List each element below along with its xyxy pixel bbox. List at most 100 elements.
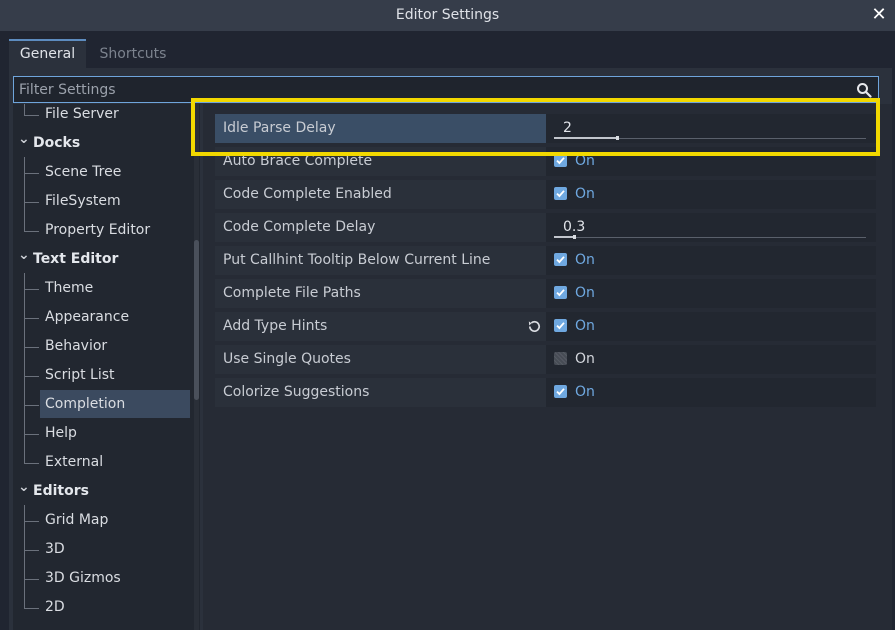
tree-item-script-list[interactable]: Script List (13, 362, 188, 388)
checkbox-checked[interactable] (554, 154, 567, 167)
property-checkbox-editor[interactable]: On (546, 345, 876, 374)
property-checkbox-editor[interactable]: On (546, 279, 876, 308)
property-label: Code Complete Delay (223, 219, 376, 235)
checkbox-unchecked[interactable] (554, 352, 567, 365)
property-checkbox-editor[interactable]: On (546, 312, 876, 341)
range-slider-track[interactable] (554, 237, 866, 238)
tree-item-label: Grid Map (45, 512, 109, 528)
search-icon[interactable] (856, 82, 872, 98)
filter-settings-field[interactable] (13, 76, 879, 103)
tree-item-label: Behavior (45, 338, 108, 354)
property-row-code-complete-delay[interactable]: Code Complete Delay 0.3 (215, 213, 876, 242)
tree-connector (24, 463, 39, 464)
property-row-use-single-quotes[interactable]: Use Single Quotes On (215, 345, 876, 374)
property-checkbox-editor[interactable]: On (546, 147, 876, 176)
property-label: Use Single Quotes (223, 351, 351, 367)
tree-connector (24, 157, 25, 232)
tree-category-label: Docks (33, 135, 81, 151)
revert-icon[interactable] (527, 319, 542, 334)
tree-connector (24, 405, 39, 406)
checkbox-label: On (575, 318, 595, 334)
tree-item-3d-gizmos[interactable]: 3D Gizmos (13, 565, 188, 591)
tree-item-label: 2D (45, 599, 65, 615)
tree-connector (24, 115, 39, 116)
property-checkbox-editor[interactable]: On (546, 378, 876, 407)
range-slider-handle[interactable] (573, 235, 576, 239)
checkbox-label: On (575, 252, 595, 268)
tree-item-label: FileSystem (45, 193, 121, 209)
tree-category-editors[interactable]: ⌄ Editors (13, 478, 193, 504)
property-row-add-type-hints[interactable]: Add Type Hints On (215, 312, 876, 341)
chevron-down-icon[interactable]: ⌄ (18, 474, 30, 500)
checkbox-label: On (575, 285, 595, 301)
property-inspector: Idle Parse Delay 2 Auto Brace Complete On Co… (203, 104, 892, 630)
tree-scrollbar-handle[interactable] (194, 240, 199, 400)
property-label: Add Type Hints (223, 318, 328, 334)
property-row-idle-parse-delay[interactable]: Idle Parse Delay 2 (215, 114, 876, 143)
checkbox-checked[interactable] (554, 286, 567, 299)
property-label: Code Complete Enabled (223, 186, 392, 202)
filter-settings-input[interactable] (19, 77, 849, 102)
tree-item-file-server[interactable]: File Server (13, 104, 188, 127)
property-range-editor[interactable]: 2 (546, 114, 876, 143)
settings-category-tree: File Server ⌄ Docks Scene Tree FileSystem Pro… (13, 104, 200, 630)
chevron-down-icon[interactable]: ⌄ (18, 126, 30, 152)
tree-connector (24, 202, 39, 203)
checkbox-checked[interactable] (554, 187, 567, 200)
tree-category-label: Editors (33, 483, 89, 499)
tab-shortcuts[interactable]: Shortcuts (97, 39, 169, 68)
tab-general[interactable]: General (9, 39, 86, 68)
tree-item-property-editor[interactable]: Property Editor (13, 217, 188, 243)
checkbox-checked[interactable] (554, 385, 567, 398)
checkbox-label: On (575, 384, 595, 400)
tree-item-label: 3D (45, 541, 65, 557)
tree-category-text-editor[interactable]: ⌄ Text Editor (13, 246, 193, 272)
checkbox-label: On (575, 153, 595, 169)
property-row-auto-brace-complete[interactable]: Auto Brace Complete On (215, 147, 876, 176)
tree-connector (24, 434, 39, 435)
range-slider-fill (554, 137, 616, 139)
tree-item-grid-map[interactable]: Grid Map (13, 507, 188, 533)
tree-item-filesystem[interactable]: FileSystem (13, 188, 188, 214)
tree-item-label: 3D Gizmos (45, 570, 121, 586)
property-row-complete-file-paths[interactable]: Complete File Paths On (215, 279, 876, 308)
tree-item-label: External (45, 454, 104, 470)
property-label: Colorize Suggestions (223, 384, 370, 400)
tree-item-label: Theme (45, 280, 94, 296)
range-slider-handle[interactable] (616, 136, 619, 140)
tree-connector (24, 273, 25, 464)
property-range-editor[interactable]: 0.3 (546, 213, 876, 242)
checkbox-checked[interactable] (554, 253, 567, 266)
tree-item-appearance[interactable]: Appearance (13, 304, 188, 330)
tree-item-help[interactable]: Help (13, 420, 188, 446)
property-row-put-callhint-tooltip-below-current-line[interactable]: Put Callhint Tooltip Below Current Line O… (215, 246, 876, 275)
tree-item-completion[interactable]: Completion (13, 391, 188, 417)
tree-connector (24, 318, 39, 319)
property-label: Complete File Paths (223, 285, 361, 301)
property-checkbox-editor[interactable]: On (546, 246, 876, 275)
property-checkbox-editor[interactable]: On (546, 180, 876, 209)
tree-item-label: Property Editor (45, 222, 151, 238)
checkbox-checked[interactable] (554, 319, 567, 332)
chevron-down-icon[interactable]: ⌄ (18, 242, 30, 268)
tree-item-label: Scene Tree (45, 164, 122, 180)
property-label: Put Callhint Tooltip Below Current Line (223, 252, 491, 268)
window-title: Editor Settings (395, 7, 500, 23)
tree-item-label: File Server (45, 106, 119, 122)
property-row-colorize-suggestions[interactable]: Colorize Suggestions On (215, 378, 876, 407)
tree-item-theme[interactable]: Theme (13, 275, 188, 301)
tree-item-3d[interactable]: 3D (13, 536, 188, 562)
tree-item-scene-tree[interactable]: Scene Tree (13, 159, 188, 185)
property-label: Auto Brace Complete (223, 153, 373, 169)
tree-item-2d[interactable]: 2D (13, 594, 188, 620)
tree-item-external[interactable]: External (13, 449, 188, 475)
tree-connector (24, 173, 39, 174)
tree-category-docks[interactable]: ⌄ Docks (13, 130, 193, 156)
close-icon[interactable]: ✕ (869, 3, 889, 27)
checkbox-label: On (575, 186, 595, 202)
property-label: Idle Parse Delay (223, 120, 336, 136)
tree-item-behavior[interactable]: Behavior (13, 333, 188, 359)
tree-connector (24, 608, 39, 609)
property-row-code-complete-enabled[interactable]: Code Complete Enabled On (215, 180, 876, 209)
tree-item-label: Script List (45, 367, 115, 383)
